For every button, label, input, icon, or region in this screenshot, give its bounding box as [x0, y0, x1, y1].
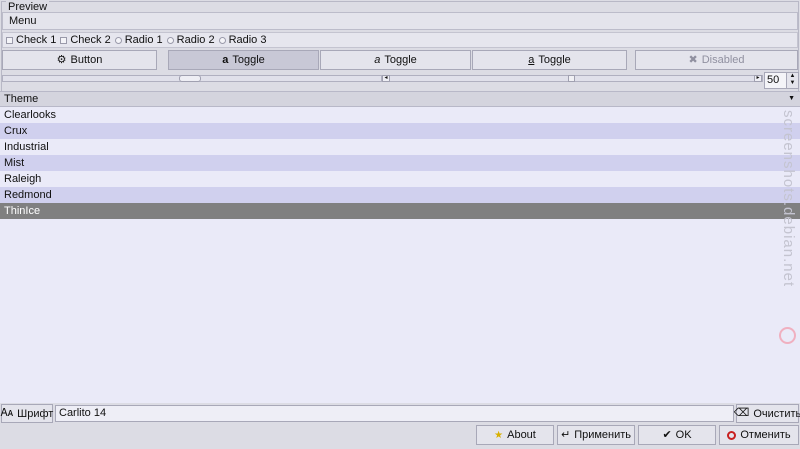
button-label: Button — [70, 54, 103, 66]
spin-arrows-icon[interactable]: ▲ ▼ — [787, 72, 799, 89]
cancel-label: Отменить — [740, 429, 791, 441]
list-item[interactable]: Redmond — [0, 187, 800, 203]
clear-icon: ⌫ — [733, 407, 750, 419]
about-label: About — [507, 429, 536, 441]
check-2[interactable]: Check 2 — [60, 33, 111, 47]
menu-bar[interactable]: Menu — [2, 12, 798, 30]
check-1[interactable]: Check 1 — [6, 33, 56, 47]
letter-a-icon: a — [374, 53, 381, 66]
radio-1-label: Radio 1 — [124, 34, 163, 46]
apply-label: Применить — [574, 429, 632, 441]
menu-item[interactable]: Menu — [9, 15, 37, 27]
check-icon: ✔ — [662, 428, 672, 441]
clear-button[interactable]: ⌫ Очистить — [733, 404, 800, 423]
radio-icon — [114, 36, 122, 44]
toggle-label: Toggle — [538, 54, 571, 66]
font-icon: 🗛 — [0, 407, 14, 419]
spin-value[interactable]: 50 — [764, 72, 787, 89]
toggle-button-2[interactable]: a Toggle — [320, 50, 471, 70]
apply-button[interactable]: ↵ Применить — [557, 425, 635, 445]
radio-2[interactable]: Radio 2 — [166, 33, 215, 47]
list-item[interactable]: Mist — [0, 155, 800, 171]
toggle-button-3[interactable]: a Toggle — [472, 50, 627, 70]
cancel-icon — [727, 430, 737, 440]
button-widget[interactable]: ⚙ Button — [2, 50, 157, 70]
font-button-label: Шрифт — [17, 407, 54, 420]
check-2-label: Check 2 — [70, 34, 111, 46]
radio-icon — [218, 36, 226, 44]
toggle-label: Toggle — [384, 54, 417, 66]
slider[interactable] — [2, 75, 382, 82]
toggle-label: Toggle — [232, 54, 265, 66]
watermark-logo — [779, 327, 796, 344]
check-1-label: Check 1 — [16, 34, 57, 46]
slider-handle[interactable] — [179, 75, 201, 82]
list-item[interactable]: Raleigh — [0, 171, 800, 187]
list-item[interactable]: Crux — [0, 123, 800, 139]
clear-button-label: Очистить — [753, 407, 800, 420]
spin-button[interactable]: 50 ▲ ▼ — [764, 72, 799, 89]
check-radio-row: Check 1 Check 2 Radio 1 Radio 2 Radio 3 — [2, 32, 798, 48]
ok-label: OK — [675, 429, 692, 441]
font-field[interactable]: Carlito 14 — [55, 405, 734, 422]
sort-arrow-icon: ▼ — [788, 95, 795, 102]
about-button[interactable]: ★ About — [476, 425, 554, 445]
radio-2-label: Radio 2 — [176, 34, 215, 46]
checkbox-icon — [60, 36, 68, 44]
horizontal-scrollbar[interactable]: ◂ ▸ — [381, 75, 763, 82]
radio-3[interactable]: Radio 3 — [218, 33, 267, 47]
disabled-label: Disabled — [701, 54, 745, 66]
return-icon: ↵ — [560, 428, 571, 441]
scrollbar-thumb[interactable] — [568, 75, 575, 82]
scroll-left-icon[interactable]: ◂ — [382, 75, 390, 82]
ok-button[interactable]: ✔ OK — [638, 425, 716, 445]
toggle-button-1[interactable]: a Toggle — [168, 50, 319, 70]
theme-header-label: Theme — [4, 93, 39, 105]
theme-column-header[interactable]: Theme ▼ — [0, 91, 800, 107]
font-row: 🗛 Шрифт Carlito 14 ⌫ Очистить — [0, 403, 800, 423]
watermark: screenshots.debian.net — [780, 110, 797, 288]
disabled-button: ✖ Disabled — [635, 50, 798, 70]
radio-icon — [166, 36, 174, 44]
letter-a-icon: a — [222, 53, 229, 66]
radio-3-label: Radio 3 — [228, 34, 267, 46]
letter-a-icon: a — [528, 53, 535, 66]
list-item[interactable]: Industrial — [0, 139, 800, 155]
cancel-button[interactable]: Отменить — [719, 425, 799, 445]
checkbox-icon — [6, 36, 13, 44]
radio-1[interactable]: Radio 1 — [114, 33, 163, 47]
theme-list[interactable]: Clearlooks Crux Industrial Mist Raleigh … — [0, 107, 800, 403]
close-icon: ✖ — [688, 53, 698, 66]
star-icon: ★ — [494, 429, 504, 441]
list-item[interactable]: Clearlooks — [0, 107, 800, 123]
list-item-selected[interactable]: ThinIce — [0, 203, 800, 219]
gear-icon: ⚙ — [56, 53, 67, 66]
scroll-right-icon[interactable]: ▸ — [754, 75, 762, 82]
font-button[interactable]: 🗛 Шрифт — [1, 404, 53, 423]
